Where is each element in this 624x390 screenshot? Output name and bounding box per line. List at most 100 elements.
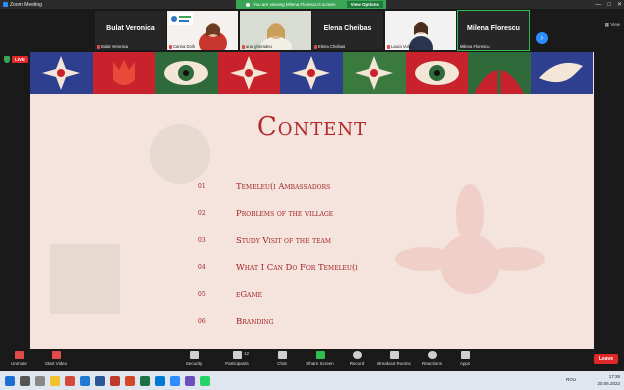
task-view-icon[interactable] — [35, 375, 45, 386]
zoom-app-icon[interactable] — [170, 375, 180, 386]
chat-button[interactable]: Chat — [262, 351, 302, 366]
view-button[interactable]: ▦ View — [605, 22, 620, 28]
security-shield-icon — [4, 56, 10, 63]
slide-title: Content — [256, 112, 368, 142]
start-video-button[interactable]: Start Video — [36, 351, 76, 366]
chat-label: Chat — [277, 361, 287, 366]
file-explorer-icon[interactable] — [50, 375, 60, 386]
whatsapp-icon[interactable] — [200, 375, 210, 386]
muted-mic-icon — [242, 44, 245, 49]
teams-icon[interactable] — [185, 375, 195, 386]
pattern-block-bird — [530, 52, 594, 94]
view-label: View — [610, 22, 620, 27]
pattern-block-ring — [405, 52, 469, 94]
item-text: Problems of the village — [236, 209, 334, 219]
reactions-label: Reactions — [421, 361, 442, 366]
participant-tile[interactable]: ana gheradeu — [240, 11, 311, 50]
muted-mic-icon — [169, 44, 172, 49]
participant-label: Bulat Veronica — [101, 44, 129, 49]
breakout-label: Breakout Rooms — [377, 361, 411, 366]
edge-icon[interactable] — [80, 375, 90, 386]
muted-mic-icon — [97, 44, 100, 49]
participant-label: Elena Cheibas — [318, 44, 346, 49]
breakout-rooms-icon — [389, 351, 399, 359]
muted-mic-icon — [314, 44, 317, 49]
item-text: Study Visit of the team — [236, 236, 332, 246]
participant-tile[interactable]: Carina Doih — [167, 11, 238, 50]
participant-name: Milena Florescu — [460, 44, 490, 49]
zoom-logo-icon — [3, 2, 8, 7]
item-number: 01 — [198, 183, 206, 190]
item-number: 04 — [198, 264, 206, 271]
item-text: What I Can Do For Temeleu(i — [236, 263, 358, 273]
pattern-block-star — [30, 52, 93, 94]
participant-tile-active[interactable]: Milena Florescu Milena Florescu — [457, 10, 530, 51]
participants-button[interactable]: Participants — [217, 351, 257, 366]
share-screen-button[interactable]: Share Screen — [300, 351, 340, 366]
viewing-banner-text: You are viewing Milena Florescu's screen — [253, 2, 336, 7]
unmute-label: Unmute — [11, 361, 27, 366]
start-video-label: Start Video — [44, 361, 68, 366]
participant-tile[interactable]: Bulat Veronica Bulat Veronica — [95, 11, 166, 50]
item-number: 06 — [198, 318, 206, 325]
video-off-icon — [51, 351, 61, 359]
search-icon[interactable] — [20, 375, 30, 386]
record-label: Record — [349, 361, 365, 366]
item-number: 05 — [198, 291, 206, 298]
input-language[interactable]: ROU — [566, 377, 576, 382]
pdf-icon[interactable] — [110, 375, 120, 386]
participant-name: Elena Cheibas — [314, 44, 345, 49]
view-options-button[interactable]: View Options — [346, 1, 383, 8]
item-number: 03 — [198, 237, 206, 244]
participant-gallery: Bulat Veronica Bulat Veronica Carina Doi… — [0, 9, 624, 52]
next-page-arrow-icon[interactable]: › — [536, 32, 548, 44]
record-button[interactable]: Record — [337, 351, 377, 366]
pattern-block-flower — [280, 52, 343, 94]
item-text: Branding — [236, 317, 274, 327]
muted-mic-icon — [387, 44, 390, 49]
system-clock[interactable]: 17:36 20.06.2023 — [597, 373, 620, 387]
live-badge[interactable]: LIVE — [12, 56, 29, 63]
maximize-icon[interactable]: □ — [607, 2, 611, 8]
windows-start-icon[interactable] — [5, 375, 15, 386]
zoom-window: Zoom Meeting You are viewing Milena Flor… — [0, 0, 624, 390]
pattern-block-tulip — [92, 52, 156, 94]
leave-button[interactable]: Leave — [593, 354, 618, 364]
participant-tile[interactable]: Laura Vulpe — [385, 11, 456, 50]
smiley-icon — [427, 351, 437, 359]
item-text: Temeleu(i Ambassadors — [236, 182, 331, 192]
apps-label: Apps — [459, 361, 471, 366]
participant-name: Bulat Veronica — [97, 44, 128, 49]
chrome-icon[interactable] — [65, 375, 75, 386]
security-button[interactable]: Security — [174, 351, 214, 366]
folk-pattern-banner — [30, 52, 594, 94]
outlook-icon[interactable] — [155, 375, 165, 386]
breakout-rooms-button[interactable]: Breakout Rooms — [374, 351, 414, 366]
viewing-dot-icon — [246, 2, 250, 7]
excel-icon[interactable] — [140, 375, 150, 386]
participant-name: ana gheradeu — [242, 44, 272, 49]
participants-count: 12 — [244, 351, 250, 356]
share-screen-label: Share Screen — [306, 361, 334, 366]
participant-name-large: Milena Florescu — [467, 25, 520, 32]
participant-name-large: Elena Cheibas — [323, 25, 372, 32]
record-icon — [352, 351, 362, 359]
participant-label: Laura Vulpe — [391, 44, 414, 49]
participant-name: Carina Doih — [169, 44, 195, 49]
pattern-block-cross — [342, 52, 406, 94]
participants-label: Participants — [225, 361, 249, 366]
apps-button[interactable]: Apps — [445, 351, 485, 366]
close-icon[interactable]: ✕ — [617, 1, 622, 8]
clock-date: 20.06.2023 — [597, 381, 620, 386]
share-screen-icon — [315, 351, 325, 359]
word-icon[interactable] — [95, 375, 105, 386]
participant-name-large: Bulat Veronica — [106, 25, 155, 32]
window-controls: — □ ✕ — [595, 0, 622, 9]
unmute-button[interactable]: Unmute — [0, 351, 39, 366]
item-text: eGame — [236, 290, 263, 300]
clock-time: 17:36 — [608, 374, 620, 379]
participant-label: ana gheradeu — [246, 44, 272, 49]
participant-tile[interactable]: Elena Cheibas Elena Cheibas — [312, 11, 383, 50]
powerpoint-icon[interactable] — [125, 375, 135, 386]
minimize-icon[interactable]: — — [595, 2, 601, 8]
